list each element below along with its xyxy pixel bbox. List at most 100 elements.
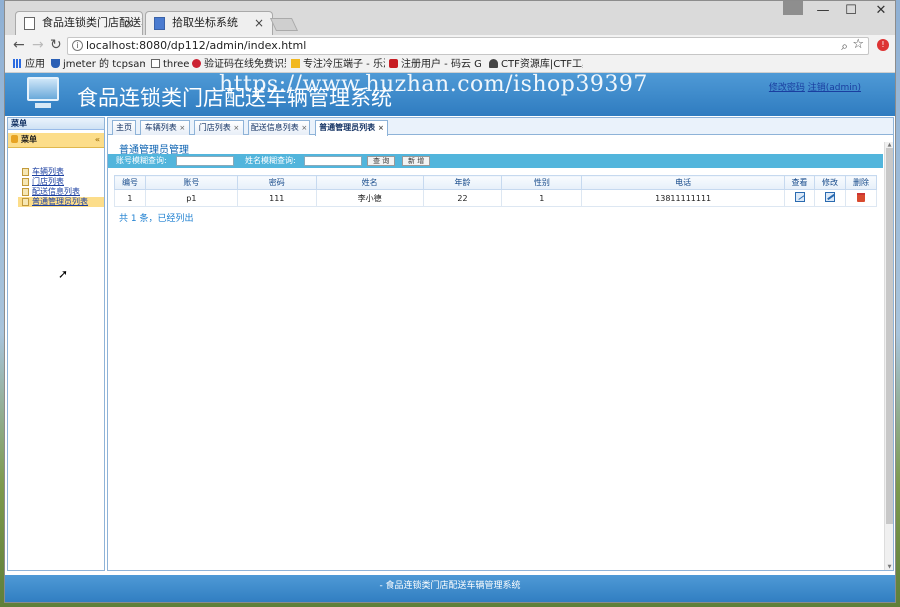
sidebar-item-admins[interactable]: 普通管理员列表: [18, 197, 104, 207]
sidebar-item-stores[interactable]: 门店列表: [22, 177, 104, 187]
close-tab-icon[interactable]: ×: [254, 12, 264, 34]
admin-table: 编号 账号 密码 姓名 年龄 性别 电话 查看 修改 删除 1 p1 111 李…: [114, 175, 878, 207]
bookmarks-bar: 应用 jmeter 的 tcpsample three 验证码在线免费识别 专注…: [5, 57, 895, 73]
minimize-button[interactable]: —: [808, 3, 838, 18]
header-links: 修改密码 注销(admin): [769, 80, 861, 93]
column-header: 年龄: [422, 175, 503, 190]
close-icon[interactable]: ×: [233, 124, 239, 132]
tab-home[interactable]: 主页: [112, 120, 136, 135]
close-icon[interactable]: ×: [378, 124, 384, 132]
scrollbar-thumb[interactable]: [886, 148, 893, 524]
site-footer: - 食品连锁类门店配送车辆管理系统: [5, 575, 895, 602]
column-header: 修改: [814, 175, 846, 190]
cell-account: p1: [144, 189, 238, 207]
bookmark-ctf[interactable]: CTF资源库|CTF工具下: [489, 58, 583, 71]
column-header: 查看: [784, 175, 815, 190]
profile-icon[interactable]: [783, 1, 803, 15]
collapse-icon[interactable]: «: [95, 133, 100, 147]
close-icon[interactable]: ×: [179, 124, 185, 132]
reload-icon[interactable]: ↻: [50, 37, 62, 53]
browser-tab-active[interactable]: 食品连锁类门店配送车辆 ×: [15, 11, 143, 35]
address-bar[interactable]: i localhost:8080/dp112/admin/index.html …: [67, 37, 869, 55]
view-cell: [784, 189, 815, 207]
bookmark-three[interactable]: three: [151, 58, 189, 71]
tab-stores[interactable]: 门店列表 ×: [194, 120, 244, 135]
zoom-icon[interactable]: ⌕: [841, 38, 848, 54]
menu-group-title: 菜单: [21, 135, 37, 144]
cell-id: 1: [114, 189, 146, 207]
bookmark-jmeter[interactable]: jmeter 的 tcpsample: [51, 58, 145, 71]
browser-window: 食品连锁类门店配送车辆 × 拾取坐标系统 × — ☐ ✕ ← → ↻ i loc…: [4, 0, 896, 603]
address-row: ← → ↻ i localhost:8080/dp112/admin/index…: [5, 35, 895, 57]
scroll-down-icon[interactable]: ▼: [885, 564, 894, 570]
account-search-label: 账号模糊查询:: [116, 156, 167, 165]
menu-list: 车辆列表 门店列表 配送信息列表 普通管理员列表: [8, 167, 104, 207]
tab-deliveries[interactable]: 配送信息列表 ×: [248, 120, 310, 135]
sidebar-title: 菜单: [8, 118, 104, 130]
edit-cell: [814, 189, 846, 207]
name-search-label: 姓名模糊查询:: [245, 156, 296, 165]
column-header: 删除: [844, 175, 878, 190]
close-window-button[interactable]: ✕: [866, 3, 895, 18]
page-icon: [151, 59, 160, 68]
maximize-button[interactable]: ☐: [836, 3, 866, 18]
vertical-scrollbar[interactable]: ▲ ▼: [884, 142, 893, 570]
monitor-logo-icon: [27, 77, 59, 108]
column-header: 账号: [144, 175, 238, 190]
new-tab-button[interactable]: [269, 18, 299, 31]
sidebar-item-vehicles[interactable]: 车辆列表: [22, 167, 104, 177]
thumb-icon: [291, 59, 300, 68]
column-header: 性别: [501, 175, 583, 190]
menu-group-header[interactable]: 菜单 «: [8, 133, 104, 148]
close-icon[interactable]: ×: [301, 124, 307, 132]
cell-password: 111: [236, 189, 317, 207]
apps-grid-icon: [13, 59, 22, 68]
user-icon: [489, 59, 498, 68]
query-button[interactable]: 查 询: [367, 156, 396, 166]
bookmark-captcha[interactable]: 验证码在线免费识别: [192, 58, 286, 71]
view-icon[interactable]: [794, 192, 805, 202]
page-icon: [24, 17, 35, 30]
trash-icon[interactable]: [856, 192, 865, 202]
edit-icon[interactable]: [824, 192, 835, 202]
bookmark-apps[interactable]: 应用: [13, 58, 45, 71]
page-icon: [22, 178, 29, 186]
main-content: 主页 车辆列表 × 门店列表 × 配送信息列表 × 普通管理员列表 × 普通管理…: [107, 117, 894, 571]
shield-icon: [51, 59, 60, 68]
table-header-row: 编号 账号 密码 姓名 年龄 性别 电话 查看 修改 删除: [114, 175, 878, 190]
image-icon: [154, 17, 165, 30]
table-row: 1 p1 111 李小德 22 1 13811111111: [114, 189, 878, 207]
column-header: 编号: [114, 175, 146, 190]
cell-phone: 13811111111: [581, 189, 786, 207]
bulb-icon: [11, 135, 18, 143]
bookmark-terminal[interactable]: 专注冷压端子 - 乐清: [291, 58, 385, 71]
change-password-link[interactable]: 修改密码: [769, 83, 805, 93]
back-icon[interactable]: ←: [13, 37, 25, 53]
logout-link[interactable]: 注销(admin): [808, 83, 861, 93]
add-button[interactable]: 新 增: [402, 156, 431, 166]
bookmark-gitee[interactable]: 注册用户 - 码云 Gitee: [389, 58, 481, 71]
info-icon[interactable]: i: [72, 40, 83, 51]
content-tab-bar: 主页 车辆列表 × 门店列表 × 配送信息列表 × 普通管理员列表 ×: [108, 118, 893, 136]
browser-tab-bar: 食品连锁类门店配送车辆 × 拾取坐标系统 × — ☐ ✕: [5, 1, 895, 35]
site-header: 食品连锁类门店配送车辆管理系统 https://www.huzhan.com/i…: [5, 72, 895, 116]
cell-name: 李小德: [315, 189, 424, 207]
delete-cell: [844, 189, 878, 207]
extension-icon[interactable]: !: [877, 39, 889, 51]
tab-admins[interactable]: 普通管理员列表 ×: [315, 120, 388, 136]
close-tab-icon[interactable]: ×: [124, 12, 134, 34]
tab-vehicles[interactable]: 车辆列表 ×: [140, 120, 190, 135]
bookmark-star-icon[interactable]: ☆: [852, 37, 864, 53]
cell-gender: 1: [501, 189, 583, 207]
sidebar: 菜单 菜单 « 车辆列表 门店列表 配送信息列表 普通管理员列表: [7, 117, 105, 571]
sidebar-item-deliveries[interactable]: 配送信息列表: [22, 187, 104, 197]
column-header: 姓名: [315, 175, 424, 190]
mouse-cursor-icon: ➚: [58, 267, 69, 281]
column-header: 电话: [581, 175, 786, 190]
name-search-input[interactable]: [304, 156, 362, 166]
page-icon: [22, 168, 29, 176]
browser-tab-coordinate[interactable]: 拾取坐标系统 ×: [145, 11, 273, 35]
forward-icon[interactable]: →: [32, 37, 44, 53]
watermark-text: https://www.huzhan.com/ishop39397: [219, 72, 648, 97]
account-search-input[interactable]: [176, 156, 234, 166]
